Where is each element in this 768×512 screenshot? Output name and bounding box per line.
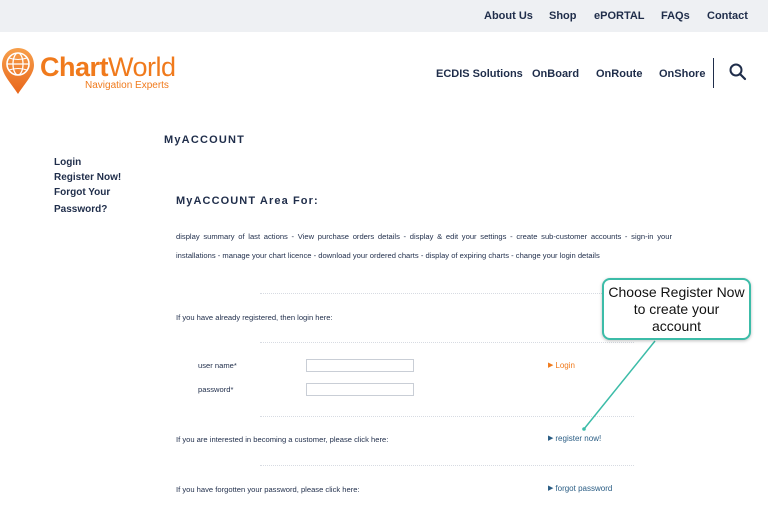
side-nav-register-now[interactable]: Register Now! xyxy=(54,172,121,183)
login-button-label: Login xyxy=(555,361,575,370)
triangle-right-icon: ▶ xyxy=(548,485,554,492)
username-input[interactable] xyxy=(306,359,414,372)
side-nav-password[interactable]: Password? xyxy=(54,204,107,215)
divider xyxy=(260,465,634,466)
main-nav-ecdis-solutions[interactable]: ECDIS Solutions xyxy=(436,68,523,80)
side-nav-login[interactable]: Login xyxy=(54,157,81,168)
search-icon[interactable] xyxy=(728,62,748,82)
register-intro: If you are interested in becoming a cust… xyxy=(176,435,389,444)
login-intro: If you have already registered, then log… xyxy=(176,313,333,322)
nav-divider xyxy=(713,58,714,88)
top-nav-about-us[interactable]: About Us xyxy=(484,10,533,22)
top-nav-faqs[interactable]: FAQs xyxy=(661,10,690,22)
main-nav-onboard[interactable]: OnBoard xyxy=(532,68,579,80)
register-now-label: register now! xyxy=(555,434,602,443)
forgot-password-link[interactable]: ▶ forgot password xyxy=(548,484,612,493)
triangle-right-icon: ▶ xyxy=(548,435,554,442)
forgot-intro: If you have forgotten your password, ple… xyxy=(176,485,360,494)
triangle-right-icon: ▶ xyxy=(548,362,554,369)
top-utility-bar xyxy=(0,0,768,32)
register-now-link[interactable]: ▶ register now! xyxy=(548,434,601,443)
side-nav-forgot-your[interactable]: Forgot Your xyxy=(54,187,110,198)
main-nav-onshore[interactable]: OnShore xyxy=(659,68,705,80)
top-nav-contact[interactable]: Contact xyxy=(707,10,748,22)
brand-name-bold: Chart xyxy=(40,52,109,82)
main-nav-onroute[interactable]: OnRoute xyxy=(596,68,642,80)
brand-name-light: World xyxy=(108,52,176,82)
password-input[interactable] xyxy=(306,383,414,396)
forgot-password-label: forgot password xyxy=(555,484,613,493)
top-nav-eportal[interactable]: ePORTAL xyxy=(594,10,645,22)
divider xyxy=(260,342,634,343)
brand-tagline: Navigation Experts xyxy=(85,80,169,91)
page-title: MyACCOUNT xyxy=(164,134,246,146)
area-description: display summary of last actions - View p… xyxy=(176,232,672,260)
brand-name: ChartWorld xyxy=(40,52,176,83)
area-title: MyACCOUNT Area For: xyxy=(176,195,319,207)
password-label: password* xyxy=(198,385,234,394)
top-nav-shop[interactable]: Shop xyxy=(549,10,577,22)
divider xyxy=(260,416,634,417)
callout-annotation: Choose Register Now to create your accou… xyxy=(602,278,751,340)
login-button[interactable]: ▶ Login xyxy=(548,361,575,370)
divider xyxy=(260,293,634,294)
username-label: user name* xyxy=(198,361,237,370)
